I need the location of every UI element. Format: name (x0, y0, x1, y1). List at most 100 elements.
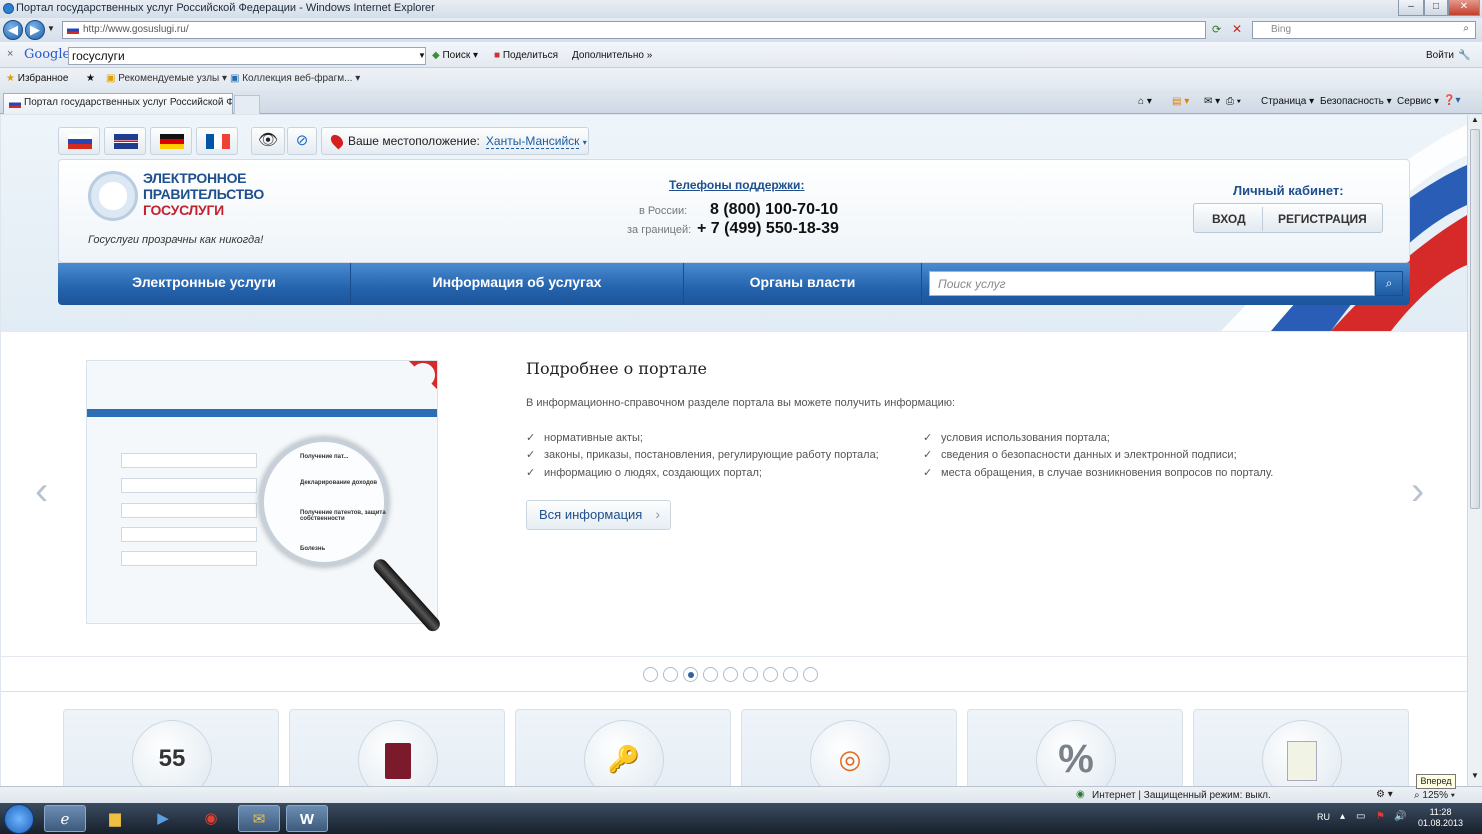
lang-en-button[interactable] (104, 127, 146, 155)
scroll-down-icon[interactable]: ▼ (1471, 771, 1479, 780)
login-button[interactable]: ВХОД (1212, 212, 1246, 226)
print-icon[interactable]: ⎙ ▾ (1226, 96, 1241, 107)
network-icon[interactable]: ▭ (1356, 811, 1365, 822)
carousel-next-icon[interactable]: › (1411, 469, 1424, 514)
all-info-button[interactable]: Вся информация › (526, 500, 671, 530)
minimize-button[interactable]: – (1398, 0, 1424, 16)
menu-services-info[interactable]: Информация об услугах (351, 263, 684, 305)
language-indicator[interactable]: RU (1317, 812, 1330, 822)
google-search-input[interactable]: госуслуги (68, 47, 426, 65)
zoom-level[interactable]: ⌕ 125% ▾ (1414, 790, 1455, 801)
location-selector[interactable]: Ваше местоположение: Ханты-Мансийск ▾ (321, 127, 589, 155)
support-ru-phone: 8 (800) 100-70-10 (710, 201, 839, 218)
location-city[interactable]: Ханты-Мансийск (485, 134, 580, 149)
compass-icon[interactable]: ⊘ (287, 127, 317, 155)
service-card-pension[interactable]: 55 (63, 709, 279, 786)
refresh-icon[interactable]: ⟳ (1212, 23, 1221, 36)
info-item: места обращения, в случае возникновения … (923, 466, 1273, 479)
carousel-dot[interactable] (663, 667, 678, 682)
stop-icon[interactable]: ✕ (1232, 22, 1242, 36)
carousel-dot[interactable] (803, 667, 818, 682)
help-icon[interactable]: ❓▾ (1443, 95, 1460, 106)
search-icon[interactable]: ⌕ (1463, 23, 1469, 34)
tab-gosuslugi[interactable]: Портал государственных услуг Российской … (3, 93, 233, 114)
signin-button[interactable]: Войти (1426, 50, 1454, 61)
carousel-dot[interactable] (703, 667, 718, 682)
safety-menu[interactable]: Безопасность ▾ (1320, 96, 1392, 107)
favorites-button[interactable]: ★ Избранное (6, 73, 68, 84)
protected-mode-icon[interactable]: ⚙ ▾ (1376, 789, 1393, 800)
carousel-dot[interactable] (683, 667, 698, 682)
info-item: сведения о безопасности данных и электро… (923, 448, 1237, 461)
mail-icon[interactable]: ✉ ▾ (1204, 96, 1220, 107)
share-button[interactable]: ■ Поделиться (494, 50, 558, 61)
carousel-dot[interactable] (743, 667, 758, 682)
close-toolbar-icon[interactable]: × (7, 48, 13, 60)
recommended-sites-link[interactable]: ▣ Рекомендуемые узлы ▾ (106, 73, 227, 84)
feeds-icon[interactable]: ▤ ▾ (1172, 96, 1189, 107)
page-menu[interactable]: Страница ▾ (1261, 96, 1314, 107)
carousel-dot[interactable] (643, 667, 658, 682)
support-phones-link[interactable]: Телефоны поддержки: (669, 178, 804, 192)
carousel-dot[interactable] (783, 667, 798, 682)
vertical-scrollbar[interactable]: ▲ ▼ (1467, 115, 1482, 786)
wrench-icon[interactable]: 🔧 (1458, 50, 1470, 61)
service-card-taxes[interactable]: % (967, 709, 1183, 786)
lang-fr-button[interactable] (196, 127, 238, 155)
taskbar-explorer-icon[interactable]: ▆ (94, 805, 136, 832)
scrollbar-thumb[interactable] (1470, 129, 1480, 509)
search-button[interactable]: ⌕ (1375, 271, 1403, 296)
taskbar-media-player-icon[interactable]: ▶ (142, 805, 184, 832)
tools-menu[interactable]: Сервис ▾ (1397, 96, 1439, 107)
menu-authorities[interactable]: Органы власти (684, 263, 922, 305)
back-icon[interactable]: ◀ (3, 20, 23, 40)
clock[interactable]: 11:28 01.08.2013 (1418, 807, 1463, 829)
page-menu-label: Страница (1261, 96, 1307, 107)
taskbar-ie-icon[interactable]: ℯ (44, 805, 86, 832)
low-vision-icon[interactable]: 👁 (251, 127, 285, 155)
tray-show-icon[interactable]: ▴ (1340, 811, 1345, 822)
lang-ru-button[interactable] (58, 127, 100, 155)
close-button[interactable]: ✕ (1448, 0, 1480, 16)
service-card-certificate[interactable] (1193, 709, 1409, 786)
service-card-property[interactable]: 🔑 (515, 709, 731, 786)
carousel-dot[interactable] (723, 667, 738, 682)
internet-zone-icon: ◉ (1076, 789, 1085, 800)
taskbar: ℯ ▆ ▶ ◉ ✉ W RU ▴ ▭ ⚑ 🔊 11:28 01.08.2013 (0, 803, 1482, 834)
action-center-icon[interactable]: ⚑ (1376, 811, 1385, 822)
address-bar[interactable]: http://www.gosuslugi.ru/ (62, 21, 1206, 39)
new-tab-button[interactable] (234, 95, 260, 114)
cabinet-buttons: ВХОД РЕГИСТРАЦИЯ (1193, 203, 1383, 233)
more-button[interactable]: Дополнительно » (572, 50, 652, 61)
add-favorite-icon[interactable]: ★ (86, 73, 95, 84)
menu-e-services[interactable]: Электронные услуги (58, 263, 351, 305)
carousel-dot[interactable] (763, 667, 778, 682)
service-card-passport[interactable] (289, 709, 505, 786)
service-card-help[interactable]: ◎ (741, 709, 957, 786)
google-dropdown-icon[interactable]: ▼ (418, 51, 426, 60)
info-item: информацию о людях, создающих портал; (526, 466, 762, 479)
taskbar-word-icon[interactable]: W (286, 805, 328, 832)
register-button[interactable]: РЕГИСТРАЦИЯ (1278, 212, 1367, 226)
volume-icon[interactable]: 🔊 (1394, 811, 1406, 822)
bing-search-input[interactable]: Bing ⌕ (1252, 21, 1476, 39)
cabinet-title: Личный кабинет: (1233, 183, 1344, 198)
chevron-right-icon: › (655, 506, 660, 522)
scroll-up-icon[interactable]: ▲ (1471, 115, 1479, 124)
gosuslugi-logo-icon[interactable] (88, 171, 138, 221)
taskbar-chrome-icon[interactable]: ◉ (190, 805, 232, 832)
site-logo[interactable]: ЭЛЕКТРОННОЕ ПРАВИТЕЛЬСТВО ГОСУСЛУГИ (143, 170, 264, 218)
home-icon[interactable]: ⌂ ▾ (1138, 96, 1152, 107)
web-slice-gallery-link[interactable]: ▣ Коллекция веб-фрагм... ▾ (230, 73, 360, 84)
lang-de-button[interactable] (150, 127, 192, 155)
forward-icon[interactable]: ▶ (25, 20, 45, 40)
history-dropdown-icon[interactable]: ▼ (47, 24, 55, 33)
clock-time: 11:28 (1429, 807, 1452, 817)
service-search-input[interactable]: Поиск услуг (929, 271, 1375, 296)
taskbar-outlook-icon[interactable]: ✉ (238, 805, 280, 832)
carousel-prev-icon[interactable]: ‹ (35, 469, 48, 514)
start-button[interactable] (4, 804, 34, 834)
clock-date: 01.08.2013 (1418, 818, 1464, 828)
maximize-button[interactable]: □ (1424, 0, 1448, 16)
google-search-button[interactable]: ◆ Поиск ▾ (432, 50, 478, 61)
